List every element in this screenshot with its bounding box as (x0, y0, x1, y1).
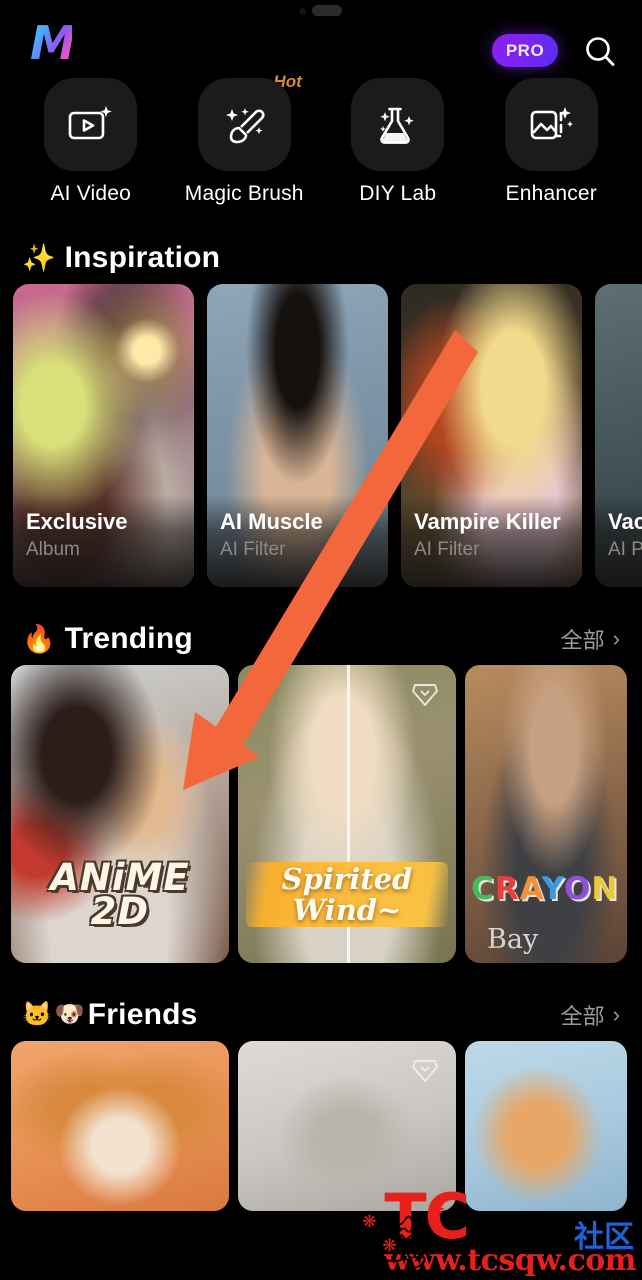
watermark-brand-cn: 社区 (574, 1221, 634, 1254)
trending-card[interactable]: CRAYON B Bay (465, 665, 627, 963)
quick-actions-row: AI Video Hot Magic Brush DIY Lab Enhance… (0, 70, 642, 206)
card-overlay: Vampire Killer AI Filter (401, 495, 582, 587)
inspiration-carousel[interactable]: Exclusive Album AI Muscle AI Filter Vamp… (0, 284, 642, 587)
fire-icon: 🔥 (22, 623, 56, 654)
nav-item-magic-brush[interactable]: Hot Magic Brush (177, 72, 312, 206)
status-bar (0, 0, 642, 22)
card-subtitle: AI P (608, 539, 642, 560)
image-sparkle-icon (530, 106, 574, 139)
section-header-friends: 🐱 🐶 Friends 全部 › (0, 989, 642, 1041)
vip-gem-icon (412, 684, 438, 706)
card-title: ANiME 2D (50, 855, 190, 933)
section-header-trending: 🔥 Trending 全部 › (0, 613, 642, 665)
card-title: Exclusive (26, 509, 128, 534)
trending-carousel[interactable]: ANiME 2D Spirited Wind~ CRAYON B Bay (0, 665, 642, 963)
card-title: CRAYON B (471, 871, 619, 907)
see-all-label: 全部 (560, 628, 605, 653)
friend-card[interactable] (465, 1041, 627, 1211)
dog-face-icon: 🐶 (54, 1001, 85, 1028)
flask-sparkle-icon (379, 107, 414, 144)
card-artwork (11, 1041, 229, 1211)
section-title: Inspiration (64, 241, 221, 274)
card-title: Spirited Wind~ (246, 862, 448, 927)
see-all-label: 全部 (560, 1004, 605, 1029)
nav-tile[interactable] (504, 78, 598, 171)
friends-carousel[interactable] (0, 1041, 642, 1211)
inspiration-card[interactable]: Exclusive Album (13, 284, 194, 587)
app-screen: M PRO AI Video Hot Magic Brush DIY Lab E… (0, 0, 642, 1280)
app-logo[interactable]: M (30, 20, 76, 66)
search-icon[interactable] (582, 34, 618, 70)
sparkles-icon: ✨ (22, 242, 56, 273)
inspiration-card[interactable]: AI Muscle AI Filter (207, 284, 388, 587)
trending-see-all-button[interactable]: 全部 › (561, 623, 620, 655)
section-header-inspiration: ✨ Inspiration (0, 232, 642, 284)
nav-label: Magic Brush (184, 182, 304, 205)
notch-pill (312, 5, 342, 16)
nav-label: AI Video (50, 182, 132, 205)
video-frame-sparkle-icon (68, 105, 112, 139)
nav-item-ai-video[interactable]: AI Video (23, 78, 158, 206)
friends-see-all-button[interactable]: 全部 › (561, 999, 620, 1031)
card-title: Vampire Killer (414, 509, 561, 534)
inspiration-card[interactable]: Vac AI P (595, 284, 642, 587)
top-bar: M PRO (0, 20, 642, 70)
card-subtitle: Bay (487, 924, 539, 955)
friend-card[interactable] (238, 1041, 456, 1211)
camera-dot-icon (299, 8, 306, 15)
nav-item-enhancer[interactable]: Enhancer (484, 78, 619, 206)
friend-card[interactable] (11, 1041, 229, 1211)
nav-label: DIY Lab (359, 182, 437, 205)
card-subtitle: AI Filter (414, 539, 480, 560)
section-title: Friends (87, 998, 198, 1031)
card-title: AI Muscle (220, 509, 323, 534)
nav-label: Enhancer (505, 182, 597, 205)
card-title: Vac (608, 509, 642, 534)
nav-tile[interactable] (351, 78, 445, 171)
card-overlay: Vac AI P (595, 495, 642, 587)
section-title: Trending (64, 622, 193, 655)
pro-badge-button[interactable]: PRO (492, 34, 558, 67)
cat-face-icon: 🐱 (22, 1001, 52, 1028)
card-artwork (465, 665, 627, 963)
card-overlay: Exclusive Album (13, 495, 194, 587)
card-subtitle: AI Filter (220, 539, 286, 560)
nav-tile[interactable] (197, 78, 291, 171)
trending-card[interactable]: ANiME 2D (11, 665, 229, 963)
chevron-right-icon: › (612, 1002, 620, 1027)
card-title-text: Spirited Wind~ (246, 862, 448, 927)
card-subtitle: Album (26, 539, 80, 560)
trending-card[interactable]: Spirited Wind~ (238, 665, 456, 963)
card-artwork (465, 1041, 627, 1211)
chevron-right-icon: › (612, 626, 620, 651)
vip-gem-icon (412, 1060, 438, 1082)
inspiration-card[interactable]: Vampire Killer AI Filter (401, 284, 582, 587)
nav-item-diy-lab[interactable]: DIY Lab (330, 78, 465, 206)
card-overlay: AI Muscle AI Filter (207, 495, 388, 587)
mascot-sticker-icon: 🏕 (360, 1212, 432, 1275)
magic-brush-icon (226, 107, 265, 143)
nav-tile[interactable] (44, 78, 138, 171)
